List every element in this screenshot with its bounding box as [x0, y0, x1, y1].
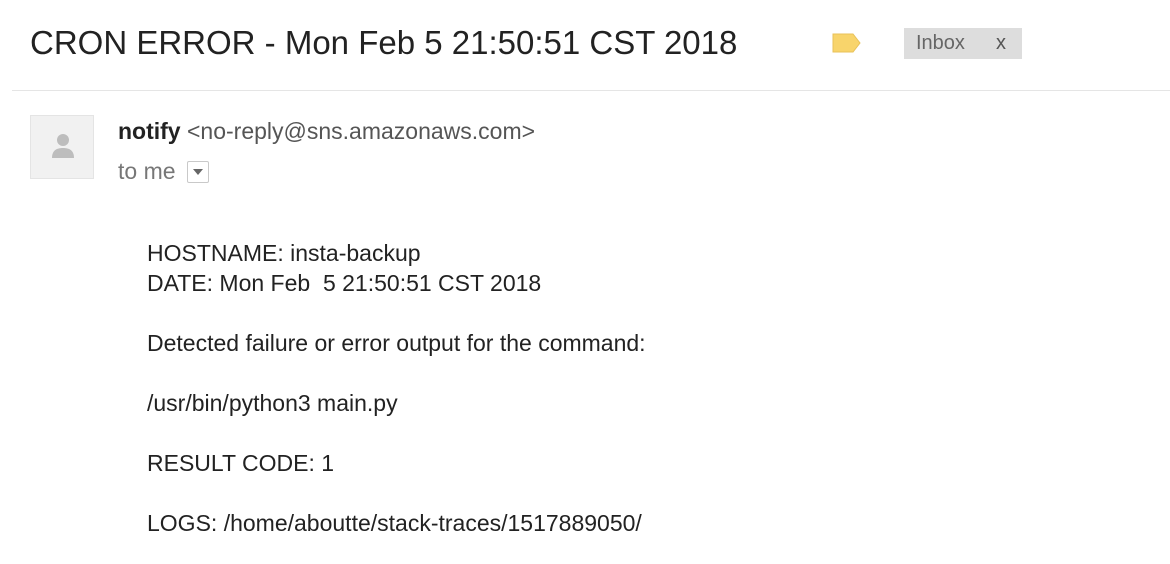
remove-label-button[interactable]: x — [996, 32, 1006, 55]
person-icon — [52, 134, 74, 158]
logs-line: LOGS: /home/aboutte/stack-traces/1517889… — [147, 510, 642, 536]
command-line: /usr/bin/python3 main.py — [147, 390, 398, 416]
recipient-details-button[interactable] — [186, 160, 209, 183]
result-code-line: RESULT CODE: 1 — [147, 450, 335, 476]
email-subject: CRON ERROR - Mon Feb 5 21:50:51 CST 2018 — [30, 24, 738, 61]
date-line: DATE: Mon Feb 5 21:50:51 CST 2018 — [147, 270, 542, 296]
recipient-line: to me — [118, 158, 209, 185]
subject-row: CRON ERROR - Mon Feb 5 21:50:51 CST 2018 — [30, 20, 737, 66]
sender-line: notify <no-reply@sns.amazonaws.com> — [118, 118, 535, 145]
inbox-label-chip[interactable]: Inbox x — [904, 28, 1022, 59]
avatar — [30, 115, 94, 179]
inbox-chip-label: Inbox — [916, 32, 965, 54]
label-tag-icon[interactable] — [832, 33, 862, 53]
header-divider — [12, 90, 1170, 91]
recipient-text: to me — [118, 158, 176, 184]
hostname-line: HOSTNAME: insta-backup — [147, 240, 421, 266]
chevron-down-icon — [192, 168, 203, 175]
sender-name[interactable]: notify — [118, 118, 181, 144]
sender-email: <no-reply@sns.amazonaws.com> — [187, 118, 536, 144]
message-body: HOSTNAME: insta-backup DATE: Mon Feb 5 2… — [147, 238, 646, 538]
detected-line: Detected failure or error output for the… — [147, 330, 646, 356]
